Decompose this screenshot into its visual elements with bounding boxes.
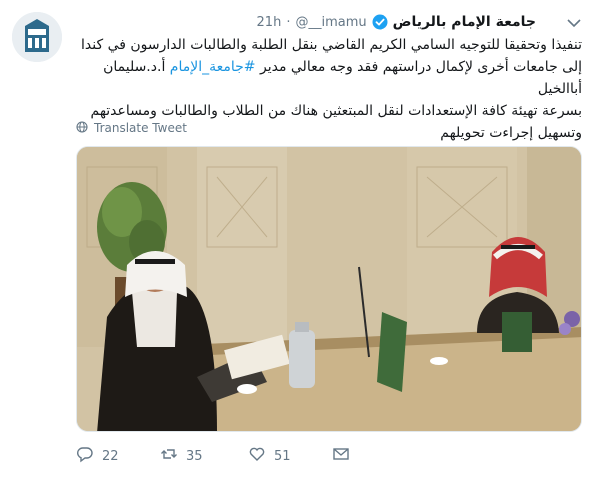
direct-message-icon	[332, 445, 350, 467]
reply-button[interactable]: 22	[76, 445, 160, 467]
retweet-count: 35	[186, 448, 203, 464]
chevron-down-icon[interactable]	[566, 14, 582, 28]
tweet-timestamp[interactable]: 21h	[257, 15, 282, 30]
retweet-button[interactable]: 35	[160, 445, 248, 467]
heart-icon	[248, 445, 266, 467]
direct-message-button[interactable]	[332, 445, 350, 467]
separator-dot: ·	[286, 14, 291, 30]
like-button[interactable]: 51	[248, 445, 332, 467]
university-logo-icon[interactable]	[12, 12, 62, 62]
globe-icon	[76, 120, 88, 136]
tweet-text-line: بسرعة تهيئة كافة الإستعدادات لنقل المبتع…	[90, 103, 583, 119]
display-name[interactable]: جامعة الإمام بالرياض	[393, 14, 536, 30]
user-handle[interactable]: @__imamu	[295, 15, 366, 30]
like-count: 51	[274, 448, 291, 464]
verified-badge-icon	[372, 14, 388, 30]
tweet-text-line: إلى جامعات أخرى لإكمال دراستهم فقد وجه م…	[72, 56, 582, 100]
tweet-card: جامعة الإمام بالرياض @__imamu · 21h تنفي…	[0, 0, 596, 481]
tweet-photo[interactable]	[76, 146, 582, 432]
hashtag-link[interactable]: #جامعة_الإمام	[170, 59, 256, 75]
translate-tweet-button[interactable]: Translate Tweet	[76, 120, 187, 136]
tweet-header: جامعة الإمام بالرياض @__imamu · 21h	[257, 12, 536, 32]
meeting-photo-illustration	[77, 147, 581, 431]
reply-count: 22	[102, 448, 119, 464]
reply-icon	[76, 445, 94, 467]
retweet-icon	[160, 445, 178, 467]
translate-tweet-label: Translate Tweet	[94, 121, 187, 135]
tweet-text-line: تنفيذا وتحقيقا للتوجيه السامي الكريم الق…	[81, 37, 582, 53]
tweet-action-bar: 22 35 51	[76, 444, 350, 468]
tweet-text-segment: إلى جامعات أخرى لإكمال دراستهم فقد وجه م…	[259, 59, 582, 75]
